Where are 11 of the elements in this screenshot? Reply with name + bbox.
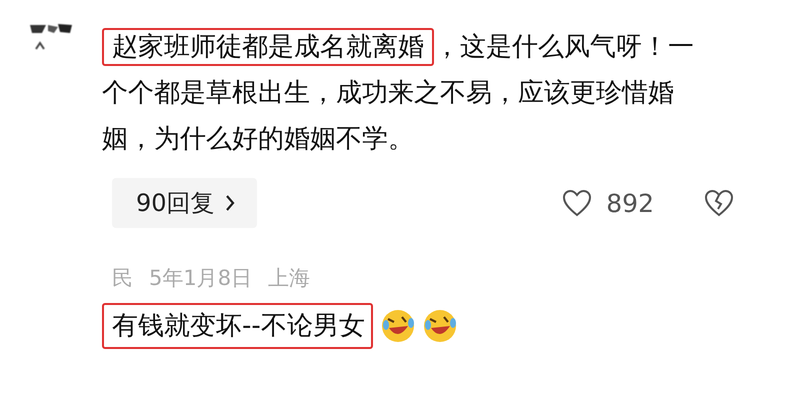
like-count: 892	[606, 188, 654, 218]
post-date: 5年1月8日	[149, 265, 252, 292]
laughing-emoji-icon	[380, 309, 415, 343]
comment-text: 赵家班师徒都是成名就离婚 ，这是什么风气呀！一个个都是草根出生，成功来之不易，应该更珍惜婚姻，为什么好的婚姻不学。	[102, 24, 697, 162]
heart-icon[interactable]	[562, 189, 592, 217]
broken-heart-icon[interactable]	[704, 189, 734, 217]
chevron-icon	[224, 194, 235, 212]
replies-button[interactable]: 90回复	[112, 178, 257, 228]
laughing-emoji-icon	[422, 309, 457, 343]
post-location: 上海	[268, 265, 310, 292]
blurred-name-drawing	[30, 24, 72, 50]
